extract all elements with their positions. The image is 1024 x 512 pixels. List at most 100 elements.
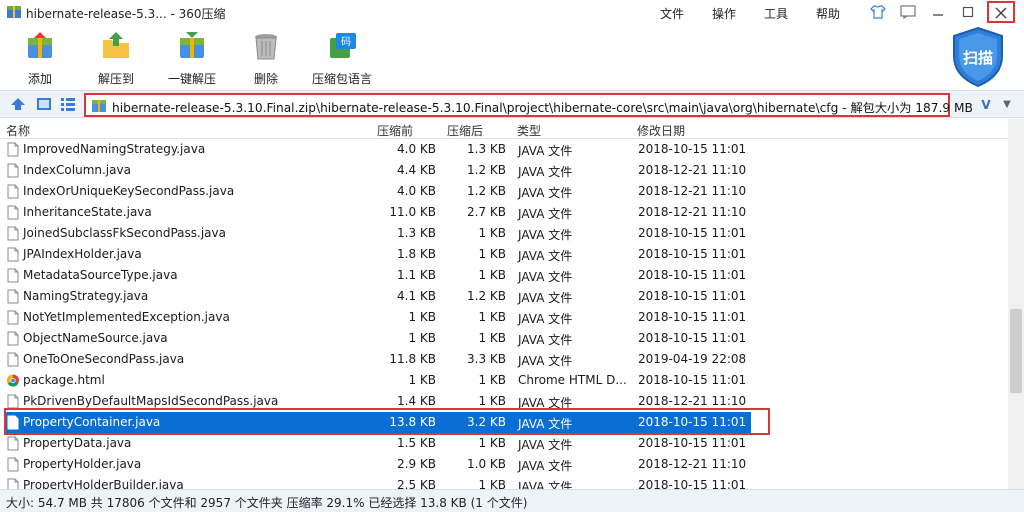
file-size-after: 1.2 KB bbox=[467, 184, 506, 198]
file-size-after: 3.3 KB bbox=[467, 352, 506, 366]
file-size-after: 1 KB bbox=[478, 247, 506, 261]
file-row[interactable]: NotYetImplementedException.java 1 KB 1 KB J… bbox=[0, 307, 1008, 328]
file-row[interactable]: JoinedSubclassFkSecondPass.java 1.3 KB 1 K… bbox=[0, 223, 1008, 244]
file-row[interactable]: MetadataSourceType.java 1.1 KB 1 KB JAVA 文件… bbox=[0, 265, 1008, 286]
file-type: JAVA 文件 bbox=[518, 270, 573, 284]
file-name: PkDrivenByDefaultMapsIdSecondPass.java bbox=[23, 394, 279, 408]
file-row[interactable]: InheritanceState.java 11.0 KB 2.7 KB JAVA 文… bbox=[0, 202, 1008, 223]
file-size-before: 1.1 KB bbox=[397, 268, 436, 282]
file-type: JAVA 文件 bbox=[518, 249, 573, 263]
window-title: hibernate-release-5.3... - 360压缩 bbox=[26, 7, 226, 21]
address-history-button[interactable]: V bbox=[976, 95, 996, 115]
file-icon bbox=[7, 310, 19, 325]
file-size-before: 2.9 KB bbox=[397, 457, 436, 471]
menu-operation[interactable]: 操作 bbox=[712, 5, 736, 22]
file-row[interactable]: OneToOneSecondPass.java 11.8 KB 3.3 KB JAVA… bbox=[0, 349, 1008, 370]
delete-button[interactable]: 删除 bbox=[236, 26, 296, 88]
close-icon[interactable] bbox=[987, 1, 1015, 23]
file-type: JAVA 文件 bbox=[518, 312, 573, 326]
file-row[interactable]: ImprovedNamingStrategy.java 4.0 KB 1.3 KB J… bbox=[0, 139, 1008, 160]
file-modified: 2018-10-15 11:01 bbox=[638, 247, 747, 261]
file-size-after: 1 KB bbox=[478, 268, 506, 282]
scrollbar-thumb[interactable] bbox=[1010, 309, 1022, 393]
file-type: JAVA 文件 bbox=[518, 438, 573, 452]
one-click-extract-button[interactable]: 一键解压 bbox=[162, 26, 222, 88]
file-name: NamingStrategy.java bbox=[23, 289, 149, 303]
vertical-scrollbar[interactable] bbox=[1008, 119, 1024, 489]
file-size-before: 4.1 KB bbox=[397, 289, 436, 303]
delete-trash-icon bbox=[255, 34, 277, 60]
file-size-before: 4.0 KB bbox=[397, 142, 436, 156]
address-path: hibernate-release-5.3.10.Final.zip\hiber… bbox=[112, 101, 973, 115]
file-size-before: 4.0 KB bbox=[397, 184, 436, 198]
file-name: PropertyData.java bbox=[23, 436, 132, 450]
skin-shirt-icon[interactable] bbox=[866, 2, 890, 22]
file-row[interactable]: JPAIndexHolder.java 1.8 KB 1 KB JAVA 文件 2018… bbox=[0, 244, 1008, 265]
file-size-after: 1 KB bbox=[478, 394, 506, 408]
file-icon bbox=[7, 331, 19, 346]
file-row[interactable]: PropertyHolder.java 2.9 KB 1.0 KB JAVA 文件 20… bbox=[0, 454, 1008, 475]
file-size-before: 1 KB bbox=[408, 373, 436, 387]
file-size-after: 1 KB bbox=[478, 310, 506, 324]
add-button-label: 添加 bbox=[27, 72, 52, 86]
file-name: OneToOneSecondPass.java bbox=[23, 352, 185, 366]
col-packed[interactable]: 压缩前 bbox=[377, 122, 413, 139]
archive-language-label: 压缩包语言 bbox=[311, 72, 372, 86]
view-list-icon[interactable] bbox=[60, 97, 76, 111]
file-name: ObjectNameSource.java bbox=[23, 331, 168, 345]
file-icon bbox=[7, 394, 19, 409]
file-size-before: 1.3 KB bbox=[397, 226, 436, 240]
file-row[interactable]: PropertyHolderBuilder.java 2.5 KB 1 KB JAVA… bbox=[0, 475, 1008, 489]
file-icon bbox=[7, 184, 19, 199]
col-modified[interactable]: 修改日期 bbox=[637, 122, 685, 139]
address-bar[interactable]: hibernate-release-5.3.10.Final.zip\hiber… bbox=[84, 93, 973, 117]
status-bar: 大小: 54.7 MB 共 17806 个文件和 2957 个文件夹 压缩率 2… bbox=[0, 489, 1024, 512]
file-name: IndexOrUniqueKeySecondPass.java bbox=[23, 184, 235, 198]
file-size-before: 1 KB bbox=[408, 310, 436, 324]
file-modified: 2018-12-21 11:10 bbox=[638, 205, 747, 219]
file-row[interactable]: package.html 1 KB 1 KB Chrome HTML D... 2018… bbox=[0, 370, 1008, 391]
file-icon bbox=[7, 268, 19, 283]
file-icon bbox=[7, 352, 19, 367]
file-type: JAVA 文件 bbox=[518, 186, 573, 200]
add-button[interactable]: 添加 bbox=[10, 26, 70, 88]
feedback-icon[interactable] bbox=[896, 2, 920, 22]
file-row[interactable]: PropertyData.java 1.5 KB 1 KB JAVA 文件 2018-1… bbox=[0, 433, 1008, 454]
view-thumbnail-icon[interactable] bbox=[36, 97, 52, 111]
maximize-icon[interactable] bbox=[956, 2, 980, 22]
file-size-before: 1 KB bbox=[408, 331, 436, 345]
file-row[interactable]: IndexOrUniqueKeySecondPass.java 4.0 KB 1.2… bbox=[0, 181, 1008, 202]
file-type: JAVA 文件 bbox=[518, 207, 573, 221]
extract-to-icon bbox=[103, 32, 129, 58]
file-size-after: 1.2 KB bbox=[467, 289, 506, 303]
file-modified: 2018-10-15 11:01 bbox=[638, 436, 747, 450]
file-size-before: 11.0 KB bbox=[389, 205, 436, 219]
col-size[interactable]: 压缩后 bbox=[447, 122, 483, 139]
file-size-after: 1 KB bbox=[478, 226, 506, 240]
file-type: JAVA 文件 bbox=[518, 459, 573, 473]
menu-file[interactable]: 文件 bbox=[660, 5, 684, 22]
file-size-before: 1.5 KB bbox=[397, 436, 436, 450]
file-size-after: 1 KB bbox=[478, 373, 506, 387]
extract-to-button[interactable]: 解压到 bbox=[86, 26, 146, 88]
minimize-icon[interactable] bbox=[926, 2, 950, 22]
file-icon bbox=[7, 163, 19, 178]
scan-button[interactable]: 扫描 bbox=[950, 26, 1006, 88]
scan-label: 扫描 bbox=[962, 49, 993, 67]
col-type[interactable]: 类型 bbox=[517, 122, 541, 139]
file-type: JAVA 文件 bbox=[518, 228, 573, 242]
col-name[interactable]: 名称 bbox=[6, 122, 30, 139]
file-name: JoinedSubclassFkSecondPass.java bbox=[23, 226, 226, 240]
file-row[interactable]: IndexColumn.java 4.4 KB 1.2 KB JAVA 文件 2018-… bbox=[0, 160, 1008, 181]
up-arrow-icon[interactable] bbox=[10, 97, 26, 111]
file-modified: 2019-04-19 22:08 bbox=[638, 352, 747, 366]
archive-language-button[interactable]: 码 压缩包语言 bbox=[310, 26, 374, 88]
file-row[interactable]: ObjectNameSource.java 1 KB 1 KB JAVA 文件 2018… bbox=[0, 328, 1008, 349]
file-size-before: 4.4 KB bbox=[397, 163, 436, 177]
chevron-down-icon[interactable]: ▼ bbox=[998, 95, 1016, 115]
archive-language-icon: 码 bbox=[330, 33, 356, 58]
menu-help[interactable]: 帮助 bbox=[816, 5, 840, 22]
file-row[interactable]: NamingStrategy.java 4.1 KB 1.2 KB JAVA 文件 20… bbox=[0, 286, 1008, 307]
menu-tools[interactable]: 工具 bbox=[764, 5, 788, 22]
svg-text:码: 码 bbox=[341, 36, 351, 48]
